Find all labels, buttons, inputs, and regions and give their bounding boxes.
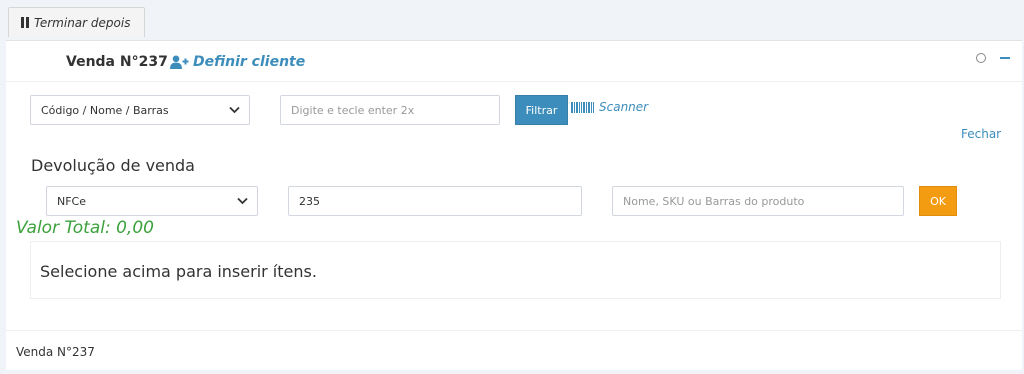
user-plus-icon bbox=[170, 55, 189, 69]
product-search-placeholder: Nome, SKU ou Barras do produto bbox=[623, 194, 805, 208]
items-message: Selecione acima para inserir ítens. bbox=[40, 262, 317, 281]
pause-icon bbox=[21, 17, 29, 28]
doc-number-value: 235 bbox=[299, 194, 320, 208]
terminate-later-label: Terminar depois bbox=[34, 15, 131, 30]
panel-header: Venda N°237 Definir cliente bbox=[6, 41, 1022, 82]
doc-type-select[interactable]: NFCe bbox=[46, 186, 258, 216]
search-input-placeholder: Digite e tecle enter 2x bbox=[291, 103, 415, 117]
define-client-link[interactable]: Definir cliente bbox=[170, 54, 305, 70]
close-link[interactable]: Fechar bbox=[961, 127, 1001, 141]
return-section-title: Devolução de venda bbox=[31, 156, 195, 175]
product-search-input[interactable]: Nome, SKU ou Barras do produto bbox=[612, 186, 904, 216]
sale-panel: Venda N°237 Definir cliente Código / Nom… bbox=[6, 40, 1022, 370]
search-type-value: Código / Nome / Barras bbox=[41, 103, 169, 117]
sale-title: Venda N°237 bbox=[66, 54, 168, 70]
chevron-down-icon bbox=[237, 197, 248, 205]
ok-button[interactable]: OK bbox=[919, 186, 957, 216]
doc-number-input[interactable]: 235 bbox=[288, 186, 582, 216]
doc-type-value: NFCe bbox=[57, 194, 87, 208]
filter-button[interactable]: Filtrar bbox=[515, 95, 568, 125]
search-input[interactable]: Digite e tecle enter 2x bbox=[280, 95, 500, 125]
chevron-down-icon bbox=[229, 106, 240, 114]
total-value: Valor Total: 0,00 bbox=[16, 218, 154, 238]
circle-icon[interactable] bbox=[976, 53, 986, 63]
define-client-label: Definir cliente bbox=[193, 54, 306, 70]
panel-footer: Venda N°237 bbox=[6, 330, 1022, 371]
terminate-later-button[interactable]: Terminar depois bbox=[8, 7, 145, 37]
minimize-icon[interactable] bbox=[1000, 57, 1010, 59]
barcode-icon bbox=[571, 101, 595, 113]
items-container: Selecione acima para inserir ítens. bbox=[30, 241, 1001, 299]
footer-sale-label: Venda N°237 bbox=[16, 345, 95, 359]
scanner-link[interactable]: Scanner bbox=[571, 100, 648, 114]
search-type-select[interactable]: Código / Nome / Barras bbox=[30, 95, 250, 125]
scanner-label: Scanner bbox=[599, 100, 649, 114]
